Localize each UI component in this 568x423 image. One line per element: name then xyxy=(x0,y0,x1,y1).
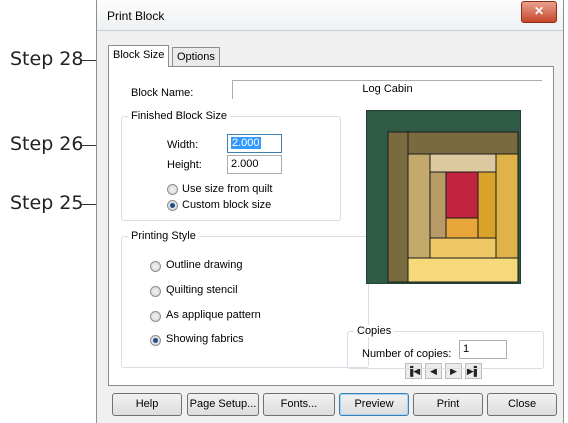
block-size-panel: Block Name: Log Cabin Finished Block Siz… xyxy=(108,66,554,386)
print-block-dialog: Print Block ✕ Block Size Options Block N… xyxy=(96,0,564,423)
preview-strip-gold-right-inner xyxy=(477,171,497,239)
quilting-stencil-label: Quilting stencil xyxy=(166,284,238,296)
height-value: 2.000 xyxy=(231,158,259,170)
close-button[interactable]: Close xyxy=(487,393,557,416)
preview-strip-gold-right xyxy=(495,153,519,259)
close-window-button[interactable]: ✕ xyxy=(521,1,557,23)
block-name-field[interactable]: Log Cabin xyxy=(232,80,542,99)
help-button[interactable]: Help xyxy=(112,393,182,416)
outline-drawing-label: Outline drawing xyxy=(166,259,243,271)
custom-block-size-radio[interactable] xyxy=(167,200,178,211)
preview-strip-tan-left xyxy=(429,171,447,239)
copies-group: Copies Number of copies: 1 xyxy=(347,325,544,369)
use-size-from-quilt-label: Use size from quilt xyxy=(182,183,273,195)
preview-center-crimson xyxy=(445,171,479,219)
callout-step-26: Step 26 xyxy=(10,133,84,155)
block-name-label: Block Name: xyxy=(131,87,194,99)
tab-block-size[interactable]: Block Size xyxy=(108,45,170,67)
preview-strip-light-yellow-bottom xyxy=(407,257,519,283)
custom-block-size-label: Custom block size xyxy=(182,199,272,211)
preview-strip-yellow-bottom xyxy=(429,237,497,259)
width-value: 2.000 xyxy=(231,137,261,149)
quilting-stencil-radio[interactable] xyxy=(150,286,161,297)
title-bar: Print Block ✕ xyxy=(97,0,563,31)
preview-strip-khaki-top xyxy=(429,153,497,173)
preview-strip-khaki-left xyxy=(407,153,431,259)
preview-button[interactable]: Preview xyxy=(339,393,409,416)
printing-style-group: Printing Style Outline drawing Quilting … xyxy=(121,230,369,368)
applique-pattern-label: As applique pattern xyxy=(166,309,261,321)
block-name-value: Log Cabin xyxy=(362,83,413,95)
fonts-button[interactable]: Fonts... xyxy=(263,393,335,416)
finished-block-size-title: Finished Block Size xyxy=(128,110,230,122)
tab-options[interactable]: Options xyxy=(172,47,220,66)
showing-fabrics-label: Showing fabrics xyxy=(166,333,244,345)
page-setup-button[interactable]: Page Setup... xyxy=(187,393,259,416)
block-preview xyxy=(366,110,521,284)
dialog-title: Print Block xyxy=(107,9,165,23)
copies-title: Copies xyxy=(354,325,395,337)
outline-drawing-radio[interactable] xyxy=(150,261,161,272)
preview-strip-orange-bottom-inner xyxy=(445,217,479,239)
number-of-copies-field[interactable]: 1 xyxy=(459,340,507,359)
printing-style-title: Printing Style xyxy=(128,230,199,242)
showing-fabrics-radio[interactable] xyxy=(150,335,161,346)
height-label: Height: xyxy=(167,159,202,171)
width-label: Width: xyxy=(167,139,199,151)
print-button[interactable]: Print xyxy=(413,393,483,416)
callout-step-25: Step 25 xyxy=(10,192,84,214)
close-icon: ✕ xyxy=(533,4,545,18)
use-size-from-quilt-radio[interactable] xyxy=(167,184,178,195)
preview-strip-olive-left xyxy=(387,131,409,283)
number-of-copies-label: Number of copies: xyxy=(362,348,452,360)
height-field[interactable]: 2.000 xyxy=(227,155,282,174)
finished-block-size-group: Finished Block Size Width: 2.000 Height:… xyxy=(121,110,341,221)
applique-pattern-radio[interactable] xyxy=(150,311,161,322)
number-of-copies-value: 1 xyxy=(463,343,470,355)
callout-step-28: Step 28 xyxy=(10,48,84,70)
width-field[interactable]: 2.000 xyxy=(227,134,282,153)
preview-strip-olive-top xyxy=(407,131,519,155)
